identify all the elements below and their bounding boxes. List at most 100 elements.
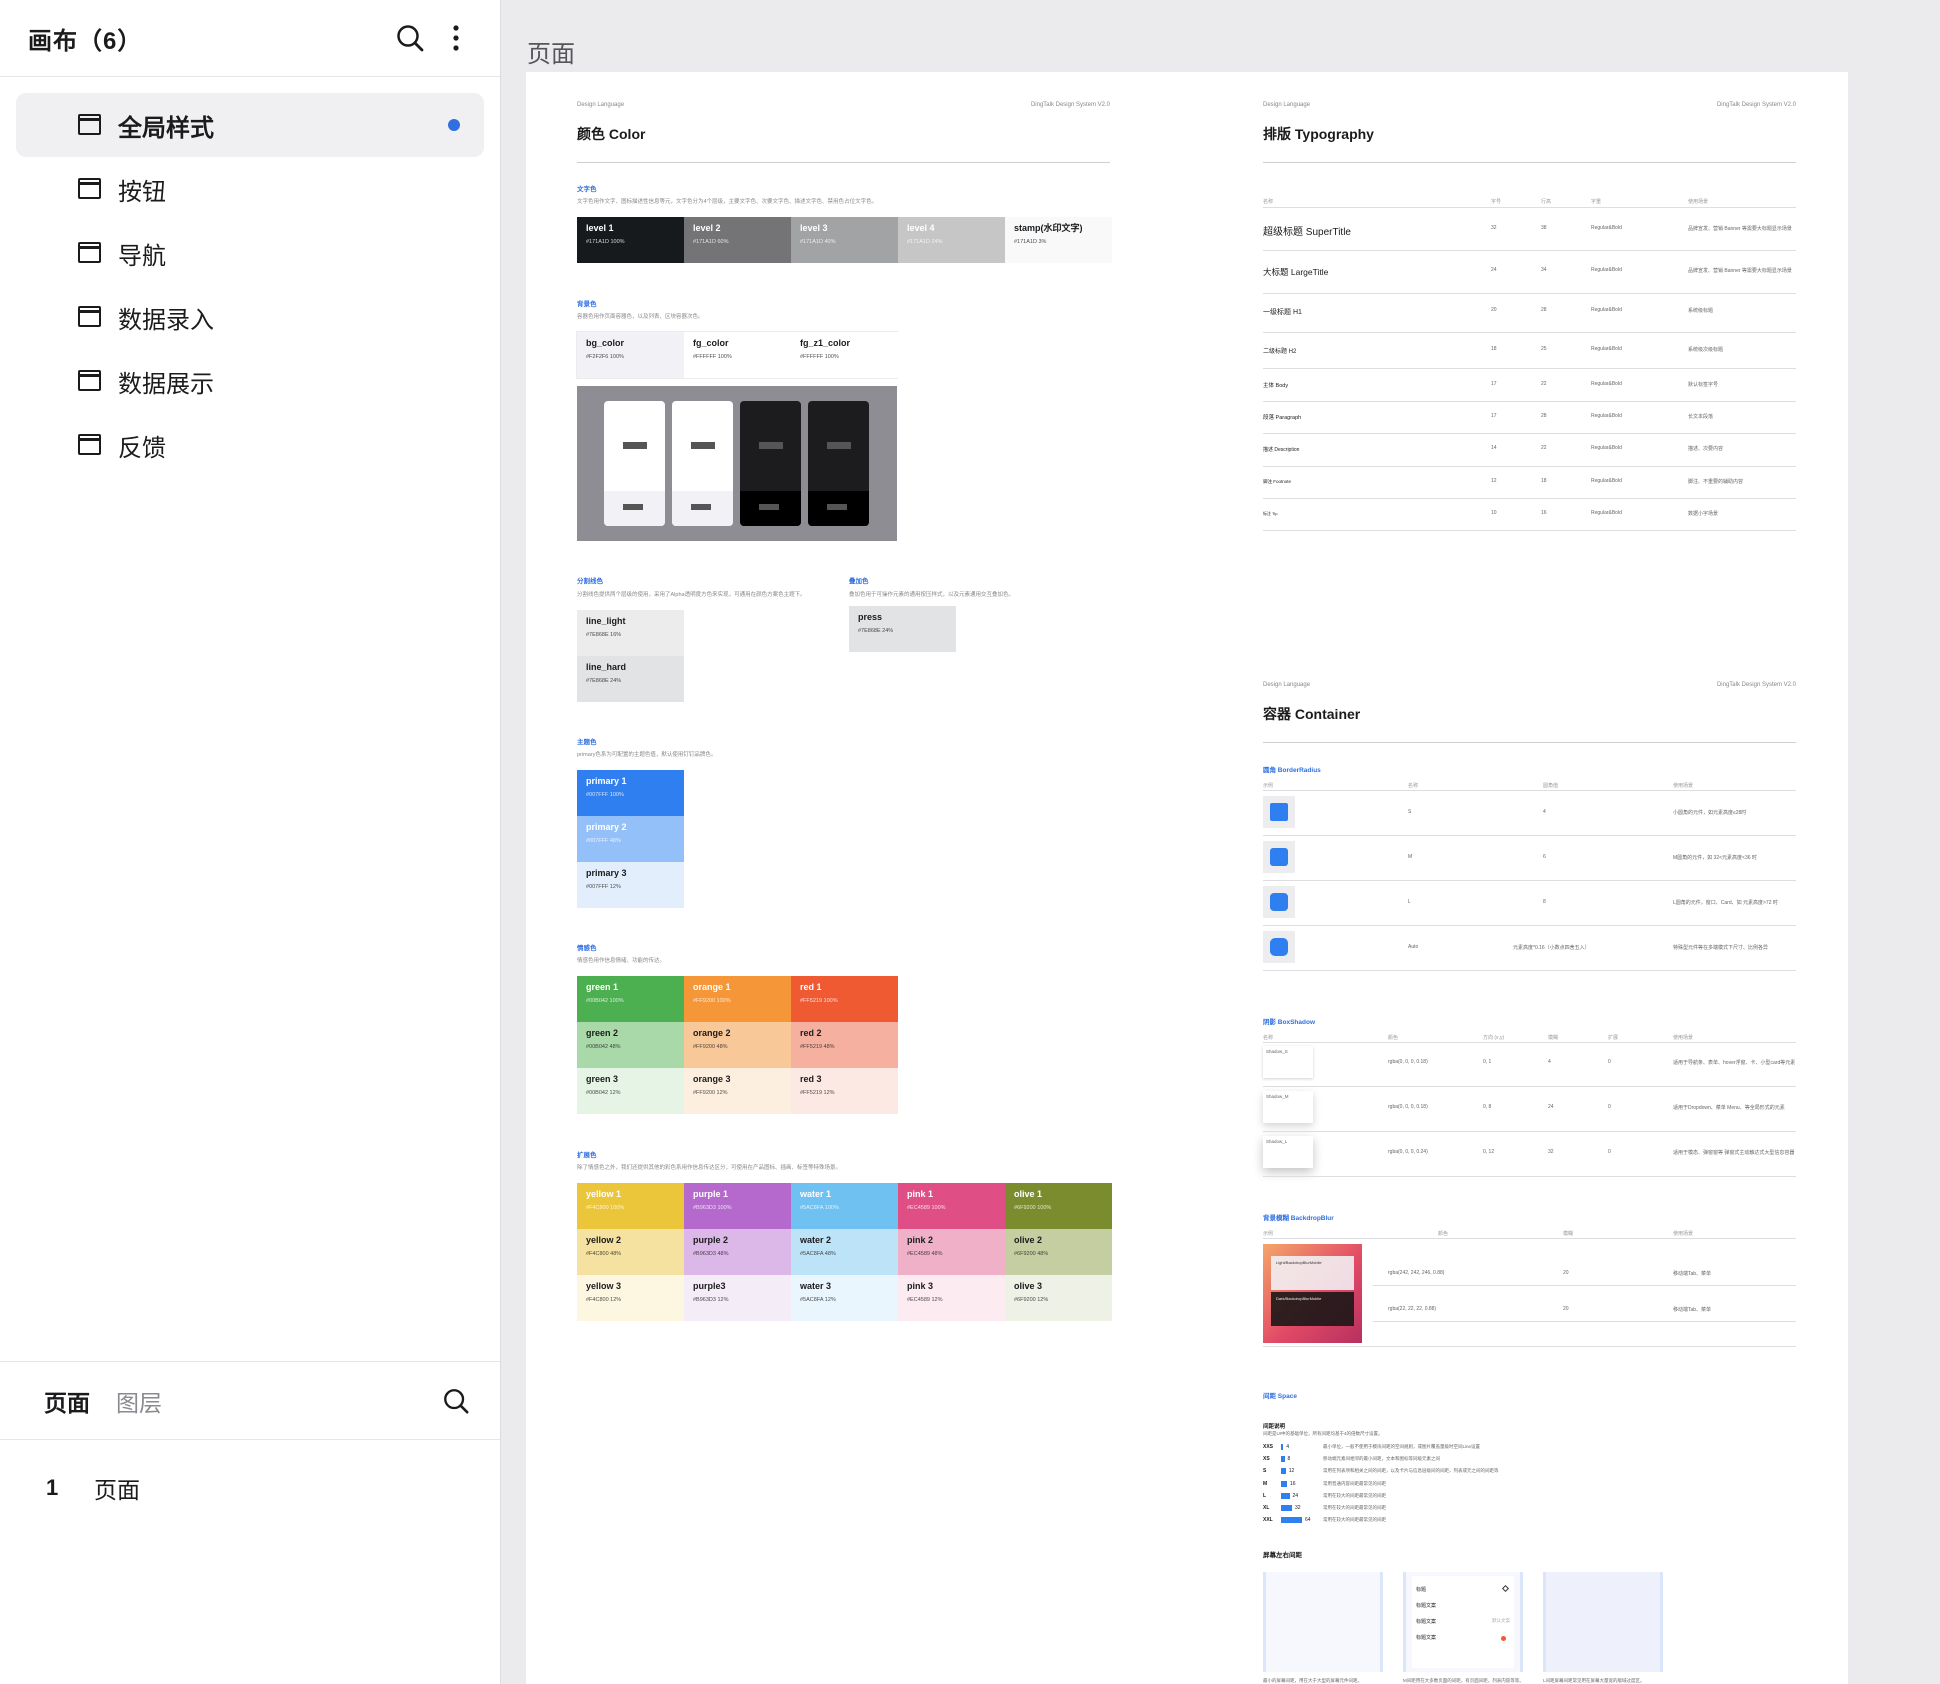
- color-swatch[interactable]: olive 2 #6F9200 48%: [1005, 1229, 1112, 1275]
- color-swatch[interactable]: stamp(水印文字) #171A1D 3%: [1005, 217, 1112, 263]
- tab-layers[interactable]: 图层: [116, 1384, 162, 1418]
- swatch-value: #171A1D 100%: [586, 239, 625, 245]
- canvas-list-item[interactable]: 导航: [16, 221, 484, 285]
- table-cell: 4: [1543, 809, 1546, 815]
- color-swatch[interactable]: fg_color #FFFFFF 100%: [684, 332, 791, 378]
- color-swatch[interactable]: fg_z1_color #FFFFFF 100%: [791, 332, 898, 378]
- table-cell: 6: [1543, 854, 1546, 860]
- typography-board[interactable]: Design Language DingTalk Design System V…: [1263, 102, 1796, 572]
- color-swatch[interactable]: pink 3 #EC4589 12%: [898, 1275, 1005, 1321]
- status-color-label: 情感色: [577, 945, 597, 952]
- radius-sample-box: [1270, 803, 1288, 821]
- color-swatch[interactable]: orange 2 #FF9200 48%: [684, 1022, 791, 1068]
- color-swatch[interactable]: orange 3 #FF9200 12%: [684, 1068, 791, 1114]
- table-cell: 34: [1541, 267, 1547, 273]
- table-cell: 20: [1491, 307, 1497, 313]
- shadow-example-card: Shadow_L: [1263, 1136, 1313, 1168]
- color-swatch[interactable]: green 1 #00B042 100%: [577, 976, 684, 1022]
- container-board[interactable]: Design Language DingTalk Design System V…: [1263, 682, 1796, 1684]
- color-swatch[interactable]: water 3 #5AC8FA 12%: [791, 1275, 898, 1321]
- search-icon[interactable]: [436, 1381, 476, 1421]
- color-swatch[interactable]: level 3 #171A1D 40%: [791, 217, 898, 263]
- color-swatch[interactable]: red 1 #FF5219 100%: [791, 976, 898, 1022]
- table-divider: [1263, 466, 1796, 467]
- star-icon: [1501, 1584, 1510, 1593]
- color-swatch[interactable]: primary 1 #007FFF 100%: [577, 770, 684, 816]
- color-swatch[interactable]: level 4 #171A1D 24%: [898, 217, 1005, 263]
- design-artboard[interactable]: Design Language DingTalk Design System V…: [526, 72, 1848, 1684]
- canvas-list-item[interactable]: 反馈: [16, 413, 484, 477]
- swatch-name: level 4: [907, 223, 935, 233]
- canvas-list-item[interactable]: 全局样式: [16, 93, 484, 157]
- theme-preview: [577, 386, 897, 541]
- type-style-name: 大标题 LargeTitle: [1263, 266, 1329, 277]
- space-subtitle: 间距说明: [1263, 1424, 1286, 1430]
- table-cell: Auto: [1408, 944, 1419, 950]
- shadow-table: 名称 颜色 方向 (x,y) 模糊 扩展 使用场景 Shadow_S rgba(0, 0, 0…: [1263, 1034, 1796, 1177]
- type-style-name: 标注 Tip: [1263, 511, 1278, 516]
- frame-icon: [78, 434, 101, 455]
- swatch-name: line_light: [586, 616, 626, 626]
- layout-spacing-previews: 最小的屏幕间距，用在大于大型的屏幕元件间距。 标题 标题文案 标题文案 标题文案 默认文案…: [1263, 1562, 1796, 1684]
- color-swatch[interactable]: olive 1 #6F9200 100%: [1005, 1183, 1112, 1229]
- color-swatch[interactable]: purple3 #B963D3 12%: [684, 1275, 791, 1321]
- color-swatch[interactable]: red 3 #FF5219 12%: [791, 1068, 898, 1114]
- color-swatch[interactable]: yellow 1 #F4C800 100%: [577, 1183, 684, 1229]
- table-divider: [1263, 498, 1796, 499]
- color-swatch[interactable]: level 2 #171A1D 60%: [684, 217, 791, 263]
- more-vertical-icon[interactable]: [436, 18, 476, 58]
- color-swatch[interactable]: red 2 #FF5219 48%: [791, 1022, 898, 1068]
- swatch-value: #007FFF 100%: [586, 792, 624, 798]
- table-cell: 适用于Dropdown、菜单 Menu、等全局形式的元素: [1673, 1105, 1785, 1111]
- space-token-desc: 常用在列表项和相关之间的间距，以及卡片与信息层级间的间距，列表或元之间的间距等: [1323, 1468, 1499, 1474]
- color-swatch[interactable]: green 3 #00B042 12%: [577, 1068, 684, 1114]
- color-swatch[interactable]: primary 3 #007FFF 12%: [577, 862, 684, 908]
- table-cell: 18: [1541, 478, 1547, 484]
- color-swatch[interactable]: yellow 2 #F4C800 48%: [577, 1229, 684, 1275]
- table-header-cell: 颜色: [1438, 1231, 1449, 1237]
- color-swatch[interactable]: pink 2 #EC4589 48%: [898, 1229, 1005, 1275]
- radius-sample-box: [1270, 848, 1288, 866]
- divider: [577, 162, 1110, 163]
- table-divider: [1373, 1285, 1796, 1286]
- canvas-list-item[interactable]: 数据录入: [16, 285, 484, 349]
- color-swatch[interactable]: bg_color #F2F2F6 100%: [577, 332, 684, 378]
- space-token-name: XXL: [1263, 1517, 1273, 1524]
- swatch-name: water 1: [800, 1189, 832, 1199]
- space-bar: [1281, 1456, 1285, 1463]
- swatch-name: primary 1: [586, 776, 627, 786]
- table-cell: Regular&Bold: [1591, 346, 1622, 352]
- color-swatch[interactable]: pink 1 #EC4589 100%: [898, 1183, 1005, 1229]
- canvas-list-item[interactable]: 数据展示: [16, 349, 484, 413]
- color-swatch[interactable]: water 1 #5AC8FA 100%: [791, 1183, 898, 1229]
- table-divider: [1263, 433, 1796, 434]
- color-board[interactable]: Design Language DingTalk Design System V…: [576, 102, 1112, 1402]
- color-swatch[interactable]: water 2 #5AC8FA 48%: [791, 1229, 898, 1275]
- color-swatch[interactable]: purple 1 #B963D3 100%: [684, 1183, 791, 1229]
- color-swatch[interactable]: green 2 #00B042 48%: [577, 1022, 684, 1068]
- color-swatch[interactable]: yellow 3 #F4C800 12%: [577, 1275, 684, 1321]
- table-cell: 描述、次要内容: [1688, 446, 1724, 452]
- color-swatch[interactable]: purple 2 #B963D3 48%: [684, 1229, 791, 1275]
- tab-pages[interactable]: 页面: [44, 1384, 90, 1418]
- page-list-item[interactable]: 1 页面: [0, 1440, 500, 1536]
- table-cell: rgba(22, 22, 22, 0.88): [1388, 1306, 1437, 1312]
- color-swatch[interactable]: level 1 #171A1D 100%: [577, 217, 684, 263]
- search-icon[interactable]: [390, 18, 430, 58]
- color-swatch[interactable]: line_hard #7E868E 24%: [577, 656, 684, 702]
- frame-icon: [78, 306, 101, 327]
- table-header-cell: 使用场景: [1688, 199, 1709, 205]
- swatch-value: #FF5219 12%: [800, 1090, 835, 1096]
- canvas-list-item[interactable]: 按钮: [16, 157, 484, 221]
- swatch-value: #F2F2F6 100%: [586, 354, 624, 360]
- color-swatch[interactable]: primary 2 #007FFF 48%: [577, 816, 684, 862]
- color-swatch[interactable]: press #7E868E 24%: [849, 606, 956, 652]
- badge-dot: [1501, 1636, 1506, 1641]
- color-swatch[interactable]: line_light #7E868E 16%: [577, 610, 684, 656]
- primary-color-desc: primary色系为可配置的主题色值，默认使用钉钉品牌色。: [577, 752, 717, 758]
- swatch-value: #007FFF 12%: [586, 884, 621, 890]
- type-style-name: 主体 Body: [1263, 383, 1289, 390]
- color-swatch[interactable]: olive 3 #6F9200 12%: [1005, 1275, 1112, 1321]
- table-cell: rgba(0, 0, 0, 0.18): [1388, 1104, 1428, 1110]
- color-swatch[interactable]: orange 1 #FF9200 100%: [684, 976, 791, 1022]
